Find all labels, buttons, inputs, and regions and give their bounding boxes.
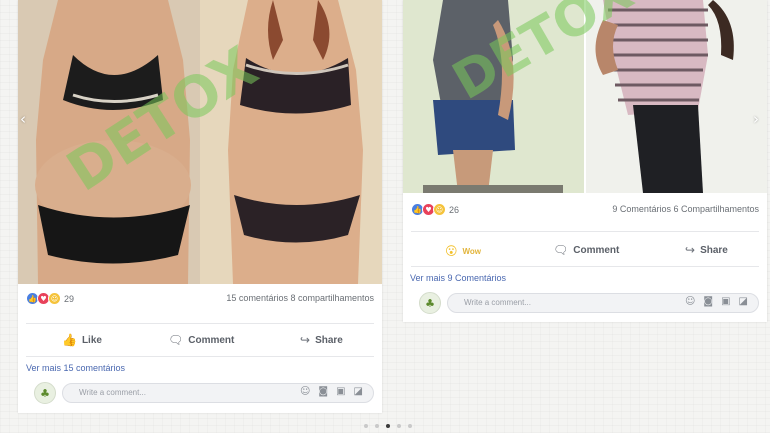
share-button-right[interactable]: ↪ Share <box>685 243 728 257</box>
like-button-left[interactable]: 👍 Like <box>62 333 102 347</box>
reaction-summary-left[interactable]: 👍 ♥ ☺ 29 <box>26 292 74 305</box>
carousel-dot-3[interactable] <box>386 424 390 428</box>
divider-left-top <box>26 323 374 324</box>
post-stats-right[interactable]: 9 Comentários 6 Compartilhamentos <box>612 204 759 214</box>
camera-icon[interactable]: ◙ <box>703 296 713 307</box>
reaction-summary-right[interactable]: 👍 ♥ ☺ 26 <box>411 203 459 216</box>
carousel-dot-4[interactable] <box>397 424 401 428</box>
comment-input-right[interactable]: Write a comment... ☺ ◙ ▣ ◪ <box>447 293 759 313</box>
comment-tools-left: ☺ ◙ ▣ ◪ <box>300 386 363 397</box>
comment-icon: 🗨 <box>168 333 184 347</box>
comment-button-right[interactable]: 🗨 Comment <box>553 243 619 257</box>
post-card-right: DETOX › 👍 ♥ ☺ 26 9 Comentários 6 Compart… <box>403 0 767 322</box>
thumbs-up-icon: 👍 <box>62 333 77 347</box>
post-stats-left[interactable]: 15 comentários 8 compartilhamentos <box>226 293 374 303</box>
comment-placeholder: Write a comment... <box>464 298 531 307</box>
emoji-icon[interactable]: ☺ <box>300 386 310 397</box>
avatar: ♣ <box>419 292 441 314</box>
wow-button-right[interactable]: 😮 Wow <box>445 244 481 258</box>
comment-placeholder: Write a comment... <box>79 388 146 397</box>
comment-input-left[interactable]: Write a comment... ☺ ◙ ▣ ◪ <box>62 383 374 403</box>
sticker-icon[interactable]: ◪ <box>354 386 363 397</box>
divider-right-top <box>411 231 759 232</box>
camera-icon[interactable]: ◙ <box>318 386 328 397</box>
comment-icon: 🗨 <box>553 243 569 257</box>
gif-icon[interactable]: ▣ <box>721 296 730 307</box>
more-comments-link-left[interactable]: Ver mais 15 comentários <box>26 363 125 373</box>
before-after-photo-left: DETOX ‹ <box>18 0 382 284</box>
share-icon: ↪ <box>685 243 696 257</box>
haha-reaction-icon: ☺ <box>433 203 446 216</box>
share-label: Share <box>315 334 343 346</box>
emoji-icon[interactable]: ☺ <box>685 296 695 307</box>
comment-label: Comment <box>188 334 235 346</box>
post-card-left: DETOX ‹ 👍 ♥ ☺ 29 15 comentários 8 compar… <box>18 0 382 413</box>
haha-reaction-icon: ☺ <box>48 292 61 305</box>
share-label: Share <box>700 244 728 256</box>
reaction-count-right: 26 <box>449 204 460 215</box>
reaction-count-left: 29 <box>64 293 75 304</box>
wow-label: Wow <box>462 246 482 256</box>
sticker-icon[interactable]: ◪ <box>739 296 748 307</box>
divider-right-bottom <box>411 266 759 267</box>
wow-reaction-icon: 😮 <box>445 244 458 258</box>
before-after-photo-right: DETOX › <box>403 0 767 193</box>
more-comments-link-right[interactable]: Ver mais 9 Comentários <box>410 273 506 283</box>
carousel-dot-5[interactable] <box>408 424 412 428</box>
comment-button-left[interactable]: 🗨 Comment <box>168 333 234 347</box>
carousel-dots <box>364 424 412 428</box>
chevron-right-icon[interactable]: › <box>753 110 759 128</box>
comment-label: Comment <box>573 244 620 256</box>
share-button-left[interactable]: ↪ Share <box>300 333 343 347</box>
share-icon: ↪ <box>300 333 311 347</box>
carousel-dot-1[interactable] <box>364 424 368 428</box>
like-label: Like <box>81 334 102 346</box>
divider-left-bottom <box>26 356 374 357</box>
gif-icon[interactable]: ▣ <box>336 386 345 397</box>
avatar: ♣ <box>34 382 56 404</box>
comment-tools-right: ☺ ◙ ▣ ◪ <box>685 296 748 307</box>
carousel-dot-2[interactable] <box>375 424 379 428</box>
chevron-left-icon[interactable]: ‹ <box>20 110 26 128</box>
